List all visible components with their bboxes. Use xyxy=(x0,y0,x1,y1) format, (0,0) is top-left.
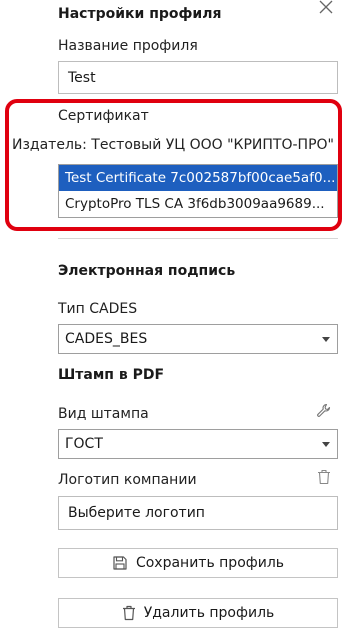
certificate-list[interactable]: Test Certificate 7c002587bf00cae5af0... … xyxy=(58,164,338,218)
stamp-type-label: Вид штампа xyxy=(58,406,149,422)
dropdown-arrow-icon xyxy=(322,337,330,342)
delete-profile-button[interactable]: Удалить профиль xyxy=(58,598,338,628)
certificate-list-item[interactable]: Test Certificate 7c002587bf00cae5af0... xyxy=(59,165,337,191)
close-icon[interactable] xyxy=(318,0,334,15)
trash-icon[interactable] xyxy=(317,469,331,485)
trash-icon xyxy=(122,605,135,621)
logo-select-field[interactable]: Выберите логотип xyxy=(58,496,338,530)
delete-profile-label: Удалить профиль xyxy=(143,605,275,621)
profile-name-input[interactable]: Test xyxy=(58,61,338,94)
signature-section-title: Электронная подпись xyxy=(58,263,236,279)
wrench-icon[interactable] xyxy=(316,403,332,419)
section-divider xyxy=(58,238,338,239)
certificate-list-item[interactable]: CryptoPro TLS CA 3f6db3009aa9689... xyxy=(59,191,337,217)
save-profile-label: Сохранить профиль xyxy=(135,555,285,571)
profile-name-label: Название профиля xyxy=(58,38,198,54)
save-profile-button[interactable]: Сохранить профиль xyxy=(58,548,338,578)
profile-settings-title: Настройки профиля xyxy=(58,6,222,22)
cades-type-label: Тип CADES xyxy=(58,301,138,317)
cades-type-select[interactable]: CADES_BES xyxy=(58,324,338,354)
dropdown-arrow-icon xyxy=(322,442,330,447)
certificate-issuer: Издатель: Тестовый УЦ ООО "КРИПТО-ПРО" xyxy=(12,137,334,153)
profile-name-value: Test xyxy=(68,69,96,86)
stamp-type-value: ГОСТ xyxy=(65,436,103,452)
stamp-type-select[interactable]: ГОСТ xyxy=(58,429,338,459)
stamp-section-title: Штамп в PDF xyxy=(58,367,165,383)
certificate-label: Сертификат xyxy=(58,108,149,124)
logo-label: Логотип компании xyxy=(58,472,197,488)
cades-type-value: CADES_BES xyxy=(65,331,148,347)
logo-placeholder: Выберите логотип xyxy=(68,505,205,521)
floppy-disk-icon xyxy=(113,556,127,570)
